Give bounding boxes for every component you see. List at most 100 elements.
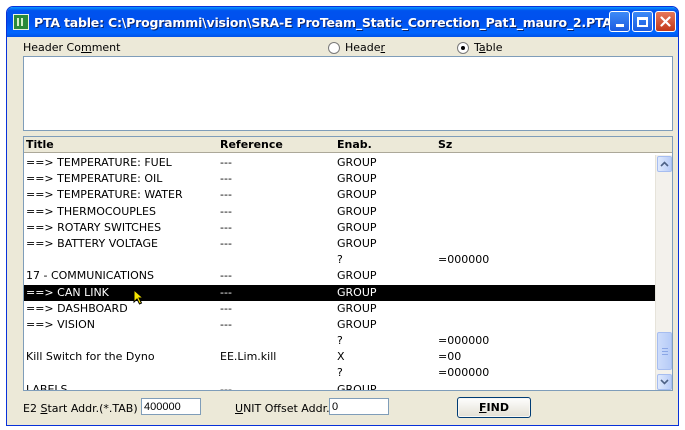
cell-reference: --- [220, 204, 232, 218]
table-row[interactable]: LABELS --- GROUP [24, 382, 656, 391]
cell-enab: X [337, 350, 345, 364]
col-title[interactable]: Title [26, 138, 54, 151]
header-comment-label: Header Comment [23, 41, 121, 54]
cell-title: ==> BATTERY VOLTAGE [26, 236, 158, 250]
cell-enab: GROUP [337, 172, 377, 186]
cell-enab: GROUP [337, 317, 377, 331]
table-row[interactable]: ? =000000 [24, 365, 656, 381]
scroll-down-icon [660, 379, 669, 385]
cell-enab: GROUP [337, 301, 377, 315]
cell-reference: --- [220, 382, 232, 391]
table-rows: ==> TEMPERATURE: FUEL --- GROUP ==> TEMPERA… [24, 155, 656, 391]
cell-title: ==> TEMPERATURE: OIL [26, 172, 163, 186]
maximize-icon [637, 16, 648, 27]
table-row[interactable]: ==> TEMPERATURE: OIL --- GROUP [24, 171, 656, 187]
radio-header-label: Header [345, 41, 386, 54]
cell-title: ==> TEMPERATURE: WATER [26, 188, 183, 202]
cell-enab: ? [337, 334, 343, 348]
cell-enab: GROUP [337, 220, 377, 234]
pta-table-window: PTA table: C:\Programmi\vision\SRA-E Pro… [6, 6, 679, 426]
radio-header-circle[interactable] [328, 41, 340, 54]
table-row[interactable]: 17 - COMMUNICATIONS --- GROUP [24, 268, 656, 284]
cell-title: ==> VISION [26, 317, 96, 331]
cell-reference: --- [220, 188, 232, 202]
table-row[interactable]: ==> THERMOCOUPLES --- GROUP [24, 204, 656, 220]
window-title: PTA table: C:\Programmi\vision\SRA-E Pro… [34, 14, 612, 30]
scroll-up-button[interactable] [657, 156, 672, 172]
radio-table[interactable]: Table [457, 41, 502, 54]
client-area: Header Comment Header Table Title Refere… [10, 37, 675, 424]
table-row[interactable]: ? =000000 [24, 333, 656, 349]
maximize-button[interactable] [632, 11, 653, 32]
cell-title: ==> DASHBOARD [26, 301, 128, 315]
cell-reference: --- [220, 269, 232, 283]
cell-enab: GROUP [337, 236, 377, 250]
cell-sz: =000000 [438, 253, 490, 267]
table-row[interactable]: ==> DASHBOARD --- GROUP [24, 301, 656, 317]
cell-sz: =000000 [438, 366, 490, 380]
cell-reference: --- [220, 172, 232, 186]
cell-title: Kill Switch for the Dyno [26, 350, 155, 364]
cell-reference: --- [220, 301, 232, 315]
minimize-icon [615, 24, 624, 27]
col-reference[interactable]: Reference [220, 138, 283, 151]
thumb-grip [662, 351, 668, 352]
cell-title: ==> TEMPERATURE: FUEL [26, 156, 172, 169]
unit-offset-label: UNIT Offset Addr. [235, 402, 330, 415]
app-icon[interactable] [13, 14, 29, 30]
cell-reference: --- [220, 317, 232, 331]
e2-start-addr-input[interactable] [141, 398, 201, 415]
e2-start-addr-label: E2 Start Addr.(*.TAB) [23, 402, 138, 415]
footer-bar: E2 Start Addr.(*.TAB) UNIT Offset Addr. … [10, 395, 675, 419]
cell-enab: ? [337, 253, 343, 267]
header-comment-textarea[interactable] [23, 56, 673, 131]
cell-sz: =00 [438, 350, 462, 364]
title-bar[interactable]: PTA table: C:\Programmi\vision\SRA-E Pro… [7, 7, 678, 37]
cell-reference: --- [220, 220, 232, 234]
close-button[interactable] [655, 11, 676, 32]
cell-enab: GROUP [337, 269, 377, 283]
cell-reference: --- [220, 156, 232, 169]
cell-title: 17 - COMMUNICATIONS [26, 269, 154, 283]
radio-header[interactable]: Header [328, 41, 385, 54]
header-comment-row: Header Comment Header Table [23, 40, 673, 56]
cell-sz: =000000 [438, 334, 490, 348]
table-row[interactable]: ==> TEMPERATURE: FUEL --- GROUP [24, 155, 656, 171]
col-enab[interactable]: Enab. [337, 138, 372, 151]
close-icon [660, 16, 671, 27]
table-row[interactable]: ==> CAN LINK --- GROUP [24, 284, 656, 305]
scroll-down-button[interactable] [657, 374, 672, 390]
cell-title: LABELS [26, 382, 68, 391]
find-button[interactable]: F IND [457, 397, 531, 418]
cell-enab: GROUP [337, 382, 377, 391]
table-header: Title Reference Enab. Sz [24, 137, 672, 153]
cell-title: ==> ROTARY SWITCHES [26, 220, 162, 234]
cell-reference: --- [220, 236, 232, 250]
scroll-up-icon [660, 161, 669, 167]
thumb-grip [662, 348, 668, 349]
pta-table[interactable]: Title Reference Enab. Sz ==> TEMPERATURE… [23, 136, 673, 391]
table-row[interactable]: ==> BATTERY VOLTAGE --- GROUP [24, 236, 656, 252]
unit-offset-input[interactable] [329, 398, 389, 415]
cell-title: ==> THERMOCOUPLES [26, 204, 156, 218]
table-row[interactable]: ==> TEMPERATURE: WATER --- GROUP [24, 187, 656, 203]
table-row[interactable]: Kill Switch for the Dyno EE.Lim.kill X =00 [24, 349, 656, 365]
minimize-button[interactable] [609, 11, 630, 32]
cell-reference: EE.Lim.kill [220, 350, 277, 364]
cell-enab: GROUP [337, 285, 377, 299]
radio-table-label: Table [474, 41, 503, 54]
table-row[interactable]: ==> VISION --- GROUP [24, 317, 656, 333]
scroll-thumb[interactable] [657, 332, 672, 370]
radio-table-circle[interactable] [457, 41, 469, 54]
cell-reference: --- [220, 285, 232, 299]
table-row[interactable]: ? =000000 [24, 252, 656, 268]
thumb-grip [662, 354, 668, 355]
cell-enab: GROUP [337, 204, 377, 218]
vertical-scrollbar[interactable] [655, 155, 672, 390]
cell-enab: ? [337, 366, 343, 380]
cell-enab: GROUP [337, 188, 377, 202]
cell-title: ==> CAN LINK [26, 285, 109, 299]
col-sz[interactable]: Sz [438, 138, 452, 151]
cell-enab: GROUP [337, 156, 377, 169]
table-row[interactable]: ==> ROTARY SWITCHES --- GROUP [24, 220, 656, 236]
